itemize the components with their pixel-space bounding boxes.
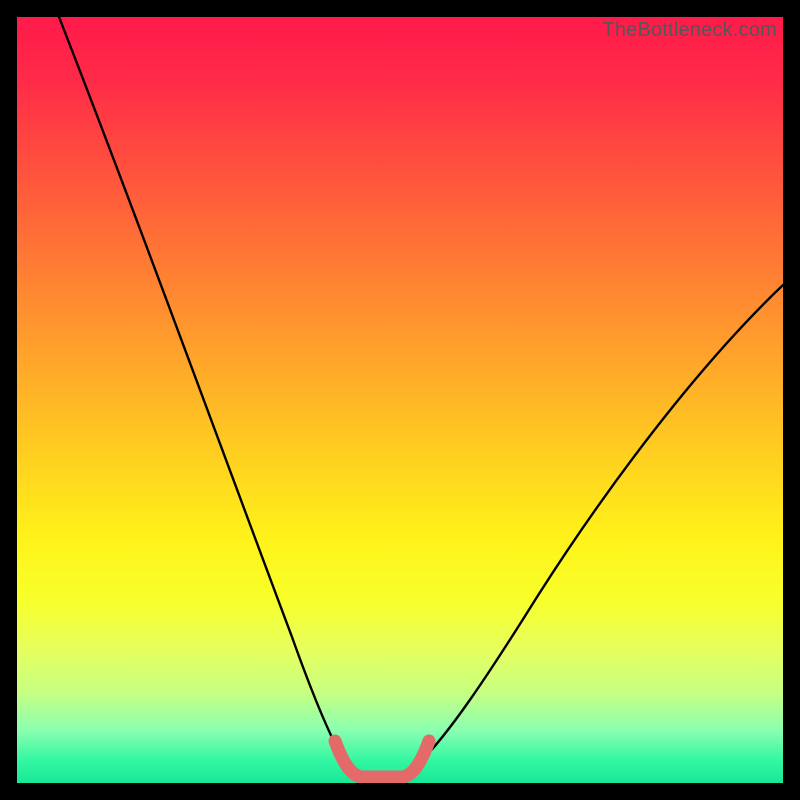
curve-right-arm — [417, 285, 783, 765]
valley-highlight — [335, 741, 429, 777]
chart-frame: TheBottleneck.com — [0, 0, 800, 800]
bottleneck-curve-svg — [17, 17, 783, 783]
curve-left-arm — [59, 17, 347, 765]
chart-plot-area: TheBottleneck.com — [17, 17, 783, 783]
